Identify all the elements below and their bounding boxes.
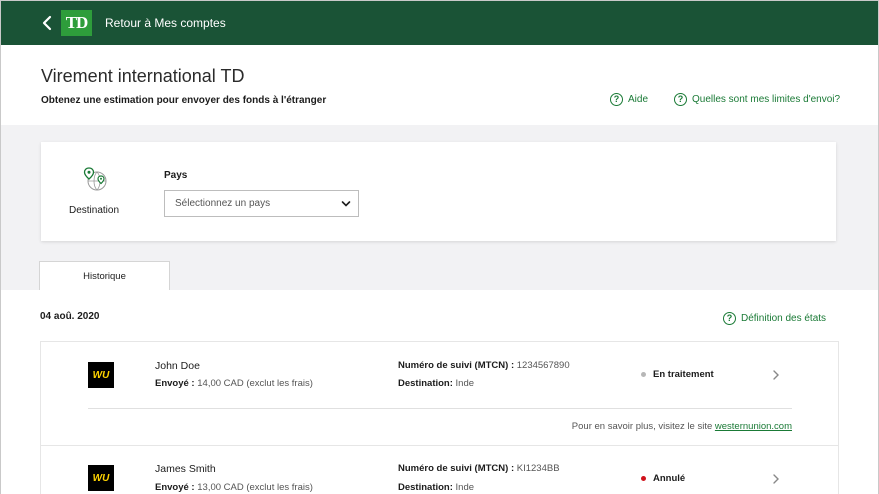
chevron-right-icon[interactable] — [772, 474, 780, 484]
help-link[interactable]: ? Aide — [610, 93, 648, 106]
tracking-number: Numéro de suivi (MTCN) : 1234567890 — [398, 360, 570, 371]
destination-country-label: Destination: — [398, 378, 453, 389]
page-title: Virement international TD — [41, 66, 245, 86]
tracking-number: Numéro de suivi (MTCN) : KI1234BB — [398, 463, 560, 474]
destination-country: Destination: Inde — [398, 482, 474, 493]
country-select[interactable]: Sélectionnez un pays — [164, 190, 359, 217]
western-union-link[interactable]: westernunion.com — [715, 421, 792, 432]
status-dot — [641, 476, 646, 481]
tracking-number-label: Numéro de suivi (MTCN) : — [398, 463, 515, 474]
states-definition-label: Définition des états — [741, 313, 827, 324]
question-circle-icon: ? — [723, 312, 736, 325]
tracking-number-label: Numéro de suivi (MTCN) : — [398, 360, 515, 371]
tab-history[interactable]: Historique — [39, 261, 170, 291]
states-definition-link[interactable]: ? Définition des états — [723, 312, 826, 325]
chevron-down-icon — [341, 201, 351, 207]
destination-country-label: Destination: — [398, 482, 453, 493]
tracking-number-value: 1234567890 — [516, 360, 570, 371]
recipient-name: John Doe — [155, 360, 200, 372]
help-link-label: Aide — [628, 94, 649, 105]
status-badge: Annulé — [641, 473, 685, 484]
status-dot — [641, 372, 646, 377]
amount-sent-value: 14,00 CAD (exclut les frais) — [197, 378, 313, 389]
tab-history-label: Historique — [83, 271, 126, 282]
history-date: 04 aoû. 2020 — [40, 311, 100, 322]
back-to-accounts-link[interactable]: Retour à Mes comptes — [105, 16, 226, 30]
globe-location-icon — [83, 167, 107, 191]
question-circle-icon: ? — [610, 93, 623, 106]
recipient-name: James Smith — [155, 463, 216, 475]
status-badge: En traitement — [641, 369, 714, 380]
history-section: 04 aoû. 2020 ? Définition des états WU J… — [1, 290, 878, 494]
transaction-card[interactable]: WU James Smith Envoyé : 13,00 CAD (exclu… — [40, 446, 839, 494]
chevron-right-icon[interactable] — [772, 370, 780, 380]
top-navigation-bar: TD Retour à Mes comptes — [1, 1, 878, 45]
page-header: Virement international TD Obtenez une es… — [1, 45, 878, 125]
transaction-card[interactable]: WU John Doe Envoyé : 14,00 CAD (exclut l… — [40, 341, 839, 446]
more-info-label: Pour en savoir plus, visitez le site — [571, 421, 713, 432]
country-select-value: Sélectionnez un pays — [175, 198, 271, 209]
destination-country-value: Inde — [455, 482, 475, 493]
estimate-section: Destination Pays Sélectionnez un pays Hi… — [1, 125, 878, 291]
td-logo: TD — [61, 10, 92, 36]
status-label: En traitement — [653, 369, 714, 380]
amount-sent: Envoyé : 14,00 CAD (exclut les frais) — [155, 378, 313, 389]
sending-limits-label: Quelles sont mes limites d'envoi? — [692, 94, 841, 105]
destination-country: Destination: Inde — [398, 378, 474, 389]
back-arrow-icon[interactable] — [39, 14, 55, 32]
destination-card: Destination Pays Sélectionnez un pays — [41, 142, 836, 241]
destination-country-value: Inde — [455, 378, 475, 389]
amount-sent-label: Envoyé : — [155, 378, 195, 389]
western-union-logo: WU — [88, 362, 114, 388]
amount-sent-value: 13,00 CAD (exclut les frais) — [197, 482, 313, 493]
amount-sent: Envoyé : 13,00 CAD (exclut les frais) — [155, 482, 313, 493]
page-subtitle: Obtenez une estimation pour envoyer des … — [41, 95, 327, 106]
destination-label: Destination — [69, 205, 120, 216]
question-circle-icon: ? — [674, 93, 687, 106]
western-union-logo: WU — [88, 465, 114, 491]
more-info-text: Pour en savoir plus, visitez le site wes… — [572, 421, 792, 432]
divider — [88, 408, 792, 409]
country-label: Pays — [164, 170, 188, 181]
tracking-number-value: KI1234BB — [516, 463, 560, 474]
amount-sent-label: Envoyé : — [155, 482, 195, 493]
sending-limits-link[interactable]: ? Quelles sont mes limites d'envoi? — [674, 93, 840, 106]
status-label: Annulé — [653, 473, 686, 484]
